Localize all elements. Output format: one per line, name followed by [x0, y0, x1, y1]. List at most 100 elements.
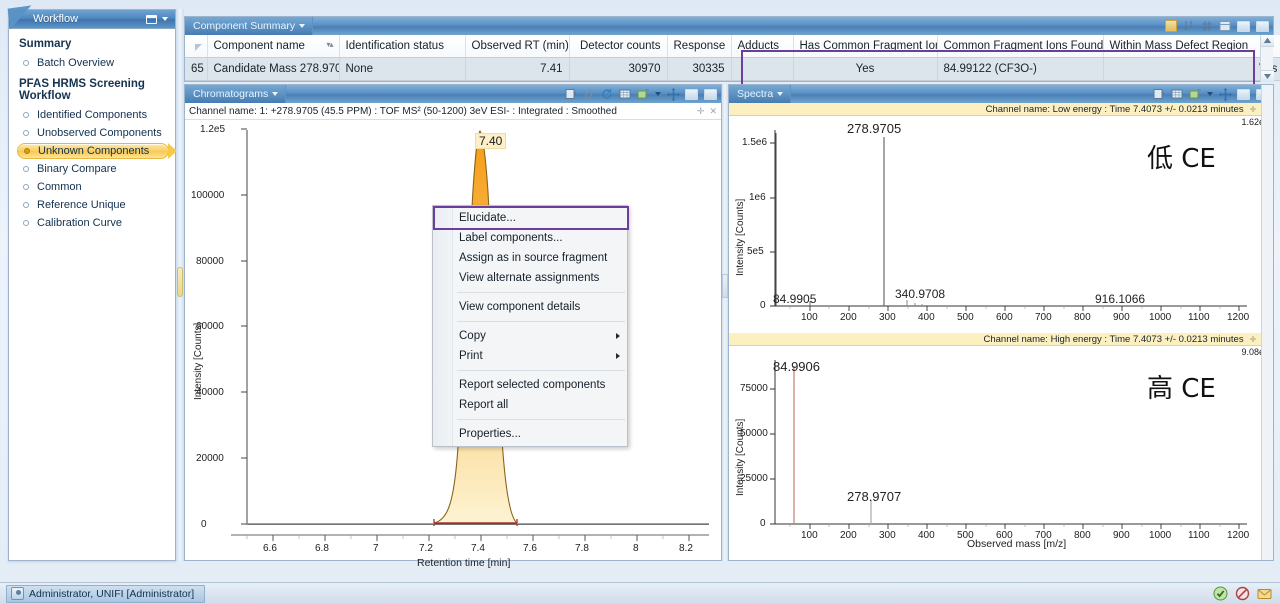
- pin-icon[interactable]: ✛: [1250, 105, 1257, 114]
- menu-item-assign-as-in-source-fragment[interactable]: Assign as in source fragment: [433, 248, 627, 268]
- copy-to-clipboard-icon[interactable]: [565, 88, 577, 100]
- filter-icon[interactable]: [1165, 20, 1177, 32]
- tab-chromatograms[interactable]: Chromatograms: [185, 85, 287, 103]
- maximize-button[interactable]: [704, 88, 717, 100]
- x-tick-label: 1200: [1227, 530, 1250, 541]
- minimize-button[interactable]: [1237, 20, 1250, 32]
- menu-item-label: Print: [459, 350, 483, 362]
- cell-identification-status[interactable]: None: [339, 57, 466, 81]
- check-status-icon[interactable]: [1213, 586, 1228, 601]
- high-energy-spectrum[interactable]: 9.08e4 0 25000 50000 75000 100 200 300 4…: [729, 346, 1273, 559]
- sidebar-item-unknown-components[interactable]: Unknown Components: [17, 143, 177, 159]
- move-icon[interactable]: [667, 88, 680, 101]
- cell-adducts[interactable]: [731, 57, 794, 81]
- sidebar-item-reference-unique[interactable]: Reference Unique: [17, 197, 169, 213]
- sidebar-splitter[interactable]: [176, 9, 184, 561]
- chevron-down-icon[interactable]: [162, 17, 168, 21]
- column-header-has-common-fragment-ions[interactable]: Has Common Fragment Ions: [793, 35, 938, 58]
- pin-icon[interactable]: ✛: [1250, 335, 1257, 344]
- status-bar-icons: [1213, 586, 1280, 601]
- tab-spectra[interactable]: Spectra: [729, 85, 792, 103]
- row-number: 65: [185, 57, 208, 81]
- maximize-button[interactable]: [1256, 20, 1269, 32]
- move-icon[interactable]: [1219, 88, 1232, 101]
- context-menu[interactable]: Elucidate... Label components... Assign …: [432, 205, 629, 447]
- y-tick-label: 0: [760, 300, 766, 311]
- menu-item-report-all[interactable]: Report all: [433, 395, 627, 415]
- chevron-down-icon[interactable]: [299, 24, 306, 28]
- chevron-down-icon[interactable]: [777, 92, 784, 96]
- sidebar-item-batch-overview[interactable]: Batch Overview: [17, 55, 169, 71]
- workflow-panel-header[interactable]: Workflow: [7, 5, 175, 30]
- close-icon[interactable]: ✕: [709, 106, 717, 117]
- column-header-response[interactable]: Response: [667, 35, 732, 58]
- chevron-down-icon[interactable]: [1207, 92, 1213, 96]
- menu-item-report-selected-components[interactable]: Report selected components: [433, 375, 627, 395]
- cell-detector-counts[interactable]: 30970: [569, 57, 668, 81]
- splitter-grip[interactable]: [177, 267, 183, 297]
- sort-icon[interactable]: [1183, 20, 1195, 32]
- column-header-identification-status[interactable]: Identification status: [339, 35, 466, 58]
- low-energy-spectrum[interactable]: 1.62e6 0 5e5 1e6 1.5e6 100 200 300 400 5…: [729, 116, 1273, 333]
- chevron-down-icon[interactable]: [272, 92, 279, 96]
- mail-status-icon[interactable]: [1257, 586, 1272, 601]
- column-header-within-mass-defect-region[interactable]: Within Mass Defect Region: [1103, 35, 1280, 58]
- export-grid-icon[interactable]: [1219, 20, 1231, 32]
- menu-item-copy[interactable]: Copy: [433, 326, 627, 346]
- sidebar-item-calibration-curve[interactable]: Calibration Curve: [17, 215, 169, 231]
- select-all-corner[interactable]: [185, 35, 208, 58]
- radio-icon-selected: [24, 148, 30, 154]
- table-row[interactable]: 65 Candidate Mass 278.9705 None 7.41 309…: [185, 57, 1280, 81]
- sort-ascending-icon[interactable]: ▾▴: [326, 40, 333, 49]
- cell-component-name[interactable]: Candidate Mass 278.9705: [207, 57, 340, 81]
- cell-response[interactable]: 30335: [667, 57, 732, 81]
- menu-item-properties[interactable]: Properties...: [433, 424, 627, 444]
- peak-label-84: 84.9905: [773, 292, 817, 306]
- sidebar-item-label: Unknown Components: [38, 145, 150, 157]
- menu-separator: [457, 419, 625, 420]
- column-header-observed-rt[interactable]: Observed RT (min): [465, 35, 570, 58]
- cell-observed-rt[interactable]: 7.41: [465, 57, 570, 81]
- channel-bar-controls[interactable]: ✛ ✕: [697, 106, 717, 117]
- chevron-down-icon[interactable]: [655, 92, 661, 96]
- grid-view-icon[interactable]: [619, 88, 631, 100]
- column-header-adducts[interactable]: Adducts: [731, 35, 794, 58]
- minimize-button[interactable]: [1237, 88, 1250, 100]
- column-header-common-fragment-ions-found[interactable]: Common Fragment Ions Found: [937, 35, 1104, 58]
- export-icon[interactable]: [1189, 88, 1201, 100]
- menu-item-view-alternate-assignments[interactable]: View alternate assignments: [433, 268, 627, 288]
- tab-component-summary[interactable]: Component Summary: [185, 17, 314, 35]
- scroll-down-arrow[interactable]: [1261, 70, 1274, 82]
- spectra-vertical-scrollbar[interactable]: [1261, 85, 1273, 560]
- blocked-status-icon[interactable]: [1235, 586, 1250, 601]
- scroll-up-arrow[interactable]: [1261, 35, 1274, 47]
- sidebar-item-common[interactable]: Common: [17, 179, 169, 195]
- menu-item-elucidate[interactable]: Elucidate...: [433, 208, 627, 228]
- menu-item-view-component-details[interactable]: View component details: [433, 297, 627, 317]
- column-header-component-name[interactable]: Component name ▾▴: [207, 35, 340, 58]
- menu-item-label-components[interactable]: Label components...: [433, 228, 627, 248]
- sidebar-item-identified-components[interactable]: Identified Components: [17, 107, 169, 123]
- summary-vertical-scrollbar[interactable]: [1260, 35, 1274, 82]
- hash-columns-icon[interactable]: [1201, 20, 1213, 32]
- x-tick-label: 400: [918, 312, 935, 323]
- window-layout-icon[interactable]: [146, 14, 157, 24]
- peak-label-278: 278.9705: [847, 121, 902, 136]
- cell-within-mass-defect-region[interactable]: Yes: [1103, 57, 1280, 81]
- menu-item-print[interactable]: Print: [433, 346, 627, 366]
- cell-common-fragment-ions-found[interactable]: 84.99122 (CF3O-): [937, 57, 1104, 81]
- radio-icon: [23, 220, 29, 226]
- menu-item-label: Assign as in source fragment: [459, 252, 608, 264]
- grid-view-icon[interactable]: [1171, 88, 1183, 100]
- minimize-button[interactable]: [685, 88, 698, 100]
- pin-icon[interactable]: ✛: [697, 106, 705, 117]
- copy-to-clipboard-icon[interactable]: [1153, 88, 1165, 100]
- column-header-detector-counts[interactable]: Detector counts: [569, 35, 668, 58]
- refresh-icon[interactable]: [601, 88, 613, 100]
- cell-has-common-fragment-ions[interactable]: Yes: [793, 57, 938, 81]
- sidebar-item-binary-compare[interactable]: Binary Compare: [17, 161, 169, 177]
- sidebar-item-unobserved-components[interactable]: Unobserved Components: [17, 125, 169, 141]
- link-icon[interactable]: [583, 88, 595, 100]
- export-icon[interactable]: [637, 88, 649, 100]
- status-user-item[interactable]: Administrator, UNIFI [Administrator]: [6, 584, 206, 603]
